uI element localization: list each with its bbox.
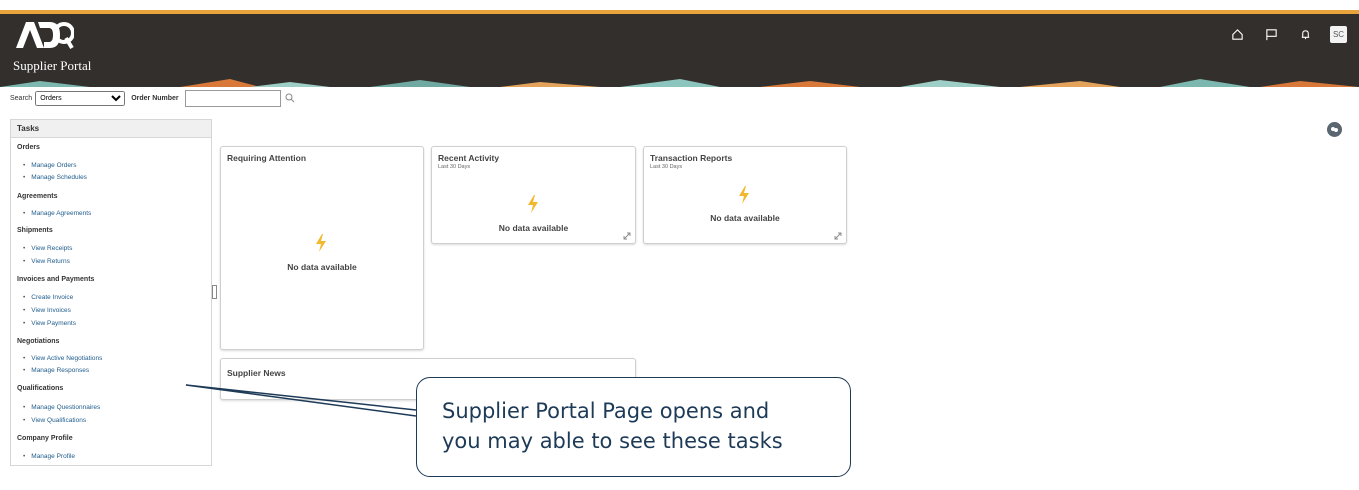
link-view-qualifications[interactable]: View Qualifications [23,417,86,424]
requiring-attention-card: Requiring Attention No data available [220,146,424,350]
link-create-invoice[interactable]: Create Invoice [23,294,73,301]
link-view-active-negotiations[interactable]: View Active Negotiations [23,355,102,362]
transaction-reports-card: Transaction Reports Last 30 Days No data… [643,146,847,244]
section-company-profile: Company Profile [17,435,73,442]
section-invoices-payments: Invoices and Payments [17,276,95,283]
section-orders: Orders [17,144,40,151]
section-shipments: Shipments [17,227,53,234]
recent-activity-card: Recent Activity Last 30 Days No data ava… [431,146,636,244]
section-agreements: Agreements [17,193,58,200]
callout-line-2: you may able to see these tasks [442,429,783,453]
link-manage-profile[interactable]: Manage Profile [23,453,75,460]
card-title: Requiring Attention [227,153,307,163]
link-view-invoices[interactable]: View Invoices [23,307,71,314]
search-label: Search [10,94,33,102]
no-data-message: No data available [498,223,569,233]
lightning-icon [739,186,749,204]
link-view-returns[interactable]: View Returns [23,258,70,265]
link-view-payments[interactable]: View Payments [23,320,76,327]
home-icon[interactable] [1228,25,1246,43]
user-avatar[interactable]: SC [1330,25,1347,43]
lightning-icon [528,195,538,213]
link-manage-schedules[interactable]: Manage Schedules [23,174,87,181]
card-subtitle: Last 30 Days [650,164,683,170]
card-subtitle: Last 30 Days [438,164,471,170]
banner-artwork [0,77,1359,87]
portal-title: Supplier Portal [13,58,92,73]
section-negotiations: Negotiations [17,338,60,345]
link-manage-responses[interactable]: Manage Responses [23,367,89,374]
card-title: Recent Activity [438,153,500,163]
tasks-panel: Tasks Orders Manage Orders Manage Schedu… [10,119,212,466]
no-data-message: No data available [710,213,780,223]
tasks-title: Tasks [11,120,211,138]
link-manage-questionnaires[interactable]: Manage Questionnaires [23,404,100,411]
flag-icon[interactable] [1262,25,1280,43]
adq-logo[interactable] [14,18,74,50]
card-title: Transaction Reports [650,153,733,163]
order-number-input[interactable] [184,89,281,107]
callout-box: Supplier Portal Page opens and you may a… [416,377,851,477]
lightning-icon [316,234,326,252]
bell-icon[interactable] [1296,25,1314,43]
callout-line-1: Supplier Portal Page opens and [442,399,770,423]
panel-splitter-handle[interactable] [212,285,217,299]
search-bar: Search Orders Order Number [10,89,295,107]
link-view-receipts[interactable]: View Receipts [23,245,72,252]
order-number-label: Order Number [131,94,179,102]
expand-icon[interactable] [834,232,842,240]
search-icon[interactable] [285,93,295,103]
section-qualifications: Qualifications [17,385,64,392]
expand-icon[interactable] [623,232,631,240]
app-header: Supplier Portal SC [0,14,1359,87]
card-title: Supplier News [227,368,286,378]
search-type-select[interactable]: Orders [35,90,126,106]
no-data-message: No data available [287,262,357,272]
personalize-icon[interactable] [1327,122,1342,137]
link-manage-agreements[interactable]: Manage Agreements [23,210,91,217]
link-manage-orders[interactable]: Manage Orders [23,162,76,169]
